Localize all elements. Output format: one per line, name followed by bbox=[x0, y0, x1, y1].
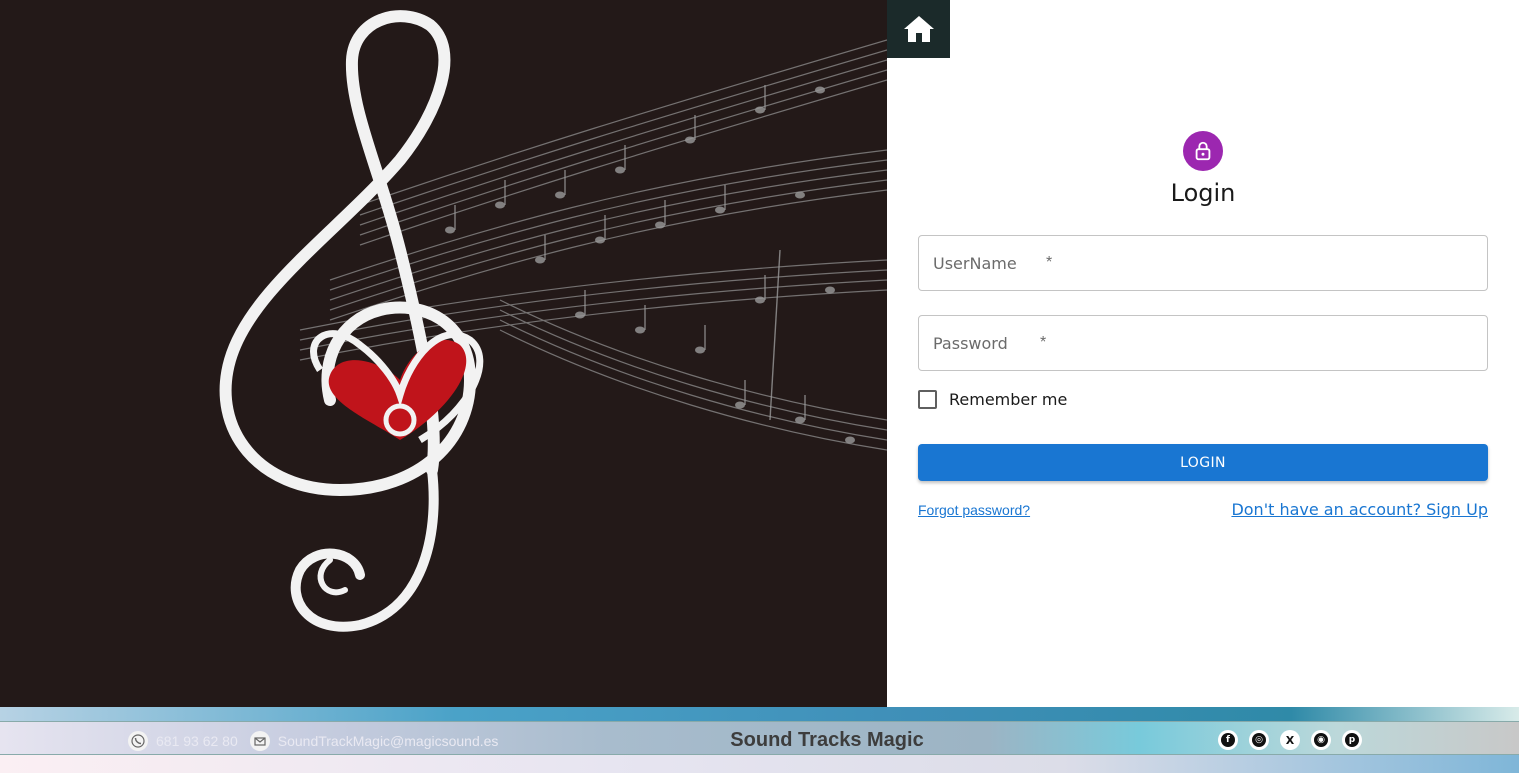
lock-icon bbox=[1195, 141, 1211, 161]
x-icon[interactable]: X bbox=[1280, 730, 1300, 750]
pinterest-icon[interactable]: p bbox=[1342, 730, 1362, 750]
login-button[interactable]: LOGIN bbox=[918, 444, 1488, 481]
remember-me-checkbox[interactable] bbox=[918, 390, 937, 409]
whatsapp-icon[interactable]: ◎ bbox=[1249, 730, 1269, 750]
sign-up-link[interactable]: Don't have an account? Sign Up bbox=[1231, 500, 1488, 519]
instagram-icon[interactable]: ◉ bbox=[1311, 730, 1331, 750]
page-title: Login bbox=[1170, 179, 1236, 207]
treble-clef-illustration bbox=[219, 10, 887, 632]
username-input[interactable] bbox=[919, 236, 1487, 290]
remember-me-label: Remember me bbox=[949, 390, 1068, 409]
login-panel: Login * * Remember me LOGIN Forgot passw… bbox=[887, 0, 1519, 707]
hero-image bbox=[0, 0, 887, 707]
social-links: f ◎ X ◉ p bbox=[1218, 730, 1362, 750]
facebook-icon[interactable]: f bbox=[1218, 730, 1238, 750]
forgot-password-link[interactable]: Forgot password? bbox=[918, 502, 1030, 518]
username-field[interactable]: * bbox=[918, 235, 1488, 291]
page-root: Login * * Remember me LOGIN Forgot passw… bbox=[0, 0, 1519, 773]
footer: 681 93 62 80 SoundTrackMagic@magicsound.… bbox=[0, 721, 1519, 755]
remember-me-option[interactable]: Remember me bbox=[918, 390, 1067, 409]
footer-stripe bbox=[0, 707, 1519, 721]
password-field[interactable]: * bbox=[918, 315, 1488, 371]
home-button[interactable] bbox=[887, 0, 950, 58]
footer-bottom-band bbox=[0, 755, 1519, 773]
password-input[interactable] bbox=[919, 316, 1487, 370]
lock-avatar bbox=[1183, 131, 1223, 171]
home-icon bbox=[903, 16, 934, 42]
